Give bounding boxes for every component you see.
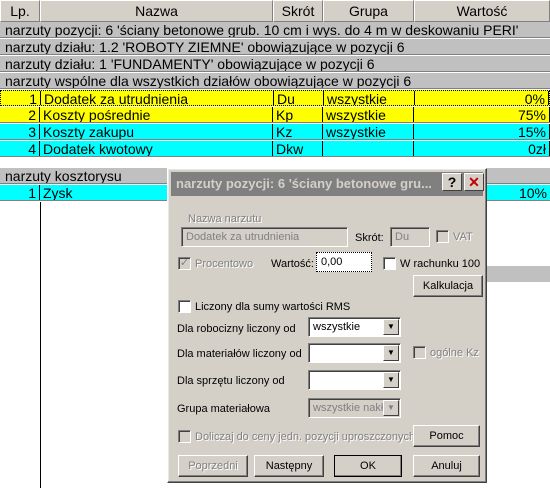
table-row[interactable]: 2 Koszty pośrednie Kp wszystkie 75%	[0, 107, 550, 123]
cell-nazwa: Dodatek kwotowy	[40, 141, 273, 156]
skrot-field[interactable]: Du	[390, 227, 430, 247]
column-header-lp[interactable]: Lp.	[0, 0, 40, 22]
doliczaj-label: Doliczaj do ceny jedn. pozycji uproszczo…	[195, 431, 416, 443]
sprzet-label: Dla sprzętu liczony od	[177, 375, 285, 387]
cell-wartosc: 0%	[415, 91, 549, 105]
table-row[interactable]: 3 Koszty zakupu Kz wszystkie 15%	[0, 124, 550, 140]
app-root: Lp. Nazwa Skrót Grupa Wartość narzuty po…	[0, 0, 550, 488]
robocizna-value: wszystkie	[313, 321, 361, 333]
vat-checkbox[interactable]	[436, 230, 449, 243]
column-header-grupa[interactable]: Grupa	[323, 0, 414, 22]
cell-grupa: wszystkie	[323, 124, 414, 139]
grupa-mat-value: wszystkie nakł	[313, 402, 384, 414]
dialog-title[interactable]: narzuty pozycji: 6 'ściany betonowe gru.…	[171, 172, 483, 196]
cell-lp: 4	[0, 141, 40, 156]
cell-nazwa: Koszty pośrednie	[40, 107, 273, 122]
cell-lp: 3	[0, 124, 40, 139]
cell-nazwa: Koszty zakupu	[40, 124, 273, 139]
wartosc-label: Wartość:	[271, 258, 314, 270]
grupa-mat-label: Grupa materiałowa	[177, 403, 270, 415]
vat-label: VAT	[453, 231, 473, 243]
chevron-down-icon[interactable]: ▼	[383, 400, 399, 416]
w-rachunku-label: W rachunku 100	[400, 258, 481, 270]
nastepny-button[interactable]: Następny	[254, 455, 324, 477]
pomoc-button[interactable]: Pomoc	[413, 425, 480, 447]
nazwa-label: Nazwa narzutu	[188, 213, 262, 225]
column-header-wartosc[interactable]: Wartość	[414, 0, 550, 22]
column-divider	[40, 202, 41, 488]
cell-grupa: wszystkie	[324, 91, 415, 105]
group-row-pozycja[interactable]: narzuty pozycji: 6 'ściany betonowe grub…	[0, 22, 550, 38]
sprzet-select[interactable]: ▼	[308, 370, 401, 390]
ogolne-kz-checkbox[interactable]	[413, 346, 426, 359]
narzut-dialog: narzuty pozycji: 6 'ściany betonowe gru.…	[167, 168, 487, 483]
column-header-skrot[interactable]: Skrót	[273, 0, 323, 22]
kalkulacja-button[interactable]: Kalkulacja	[413, 275, 483, 297]
chevron-down-icon[interactable]: ▼	[383, 372, 399, 388]
materialy-select[interactable]: ▼	[308, 343, 401, 363]
procentowo-label: Procentowo	[195, 258, 254, 270]
skrot-label: Skrót:	[355, 232, 384, 244]
cell-nazwa: Dodatek za utrudnienia	[41, 91, 274, 105]
poprzedni-button[interactable]: Poprzedni	[178, 455, 248, 477]
table-row[interactable]: 4 Dodatek kwotowy Dkw 0zł	[0, 141, 550, 157]
robocizna-select[interactable]: wszystkie ▼	[308, 317, 401, 337]
cell-wartosc: 0zł	[414, 141, 550, 156]
cell-grupa	[323, 141, 414, 156]
group-row-dzial-12[interactable]: narzuty działu: 1.2 'ROBOTY ZIEMNE' obow…	[0, 39, 550, 55]
group-row-wspolne[interactable]: narzuty wspólne dla wszystkich działów o…	[0, 73, 550, 89]
cell-skrot: Kz	[273, 124, 323, 139]
liczony-rms-label: Liczony dla sumy wartości RMS	[195, 301, 351, 313]
robocizna-label: Dla robocizny liczony od	[177, 323, 296, 335]
cell-wartosc: 15%	[414, 124, 550, 139]
procentowo-checkbox[interactable]: ✓	[178, 257, 191, 270]
materialy-label: Dla materiałów liczony od	[177, 348, 302, 360]
cell-skrot: Dkw	[273, 141, 323, 156]
ogolne-kz-label: ogólne Kz	[430, 347, 479, 359]
nazwa-field[interactable]: Dodatek za utrudnienia	[181, 227, 348, 247]
w-rachunku-checkbox[interactable]	[383, 257, 396, 270]
cell-skrot: Du	[274, 91, 324, 105]
column-header-nazwa[interactable]: Nazwa	[40, 0, 273, 22]
cell-wartosc: 75%	[414, 107, 550, 122]
table-row[interactable]: 1 Dodatek za utrudnienia Du wszystkie 0%	[0, 90, 550, 106]
wartosc-field[interactable]: 0,00	[316, 252, 372, 272]
cell-lp: 1	[1, 91, 41, 105]
cell-grupa: wszystkie	[323, 107, 414, 122]
cell-skrot: Kp	[273, 107, 323, 122]
help-button[interactable]: ?	[442, 173, 462, 191]
anuluj-button[interactable]: Anuluj	[413, 455, 480, 477]
ok-button[interactable]: OK	[334, 455, 402, 477]
liczony-rms-checkbox[interactable]	[178, 300, 191, 313]
empty-gray-band	[487, 266, 550, 282]
cell-lp: 1	[0, 185, 40, 200]
doliczaj-checkbox[interactable]	[178, 430, 191, 443]
close-button[interactable]: ✕	[464, 173, 484, 191]
chevron-down-icon[interactable]: ▼	[383, 319, 399, 335]
cell-lp: 2	[0, 107, 40, 122]
group-row-dzial-1[interactable]: narzuty działu: 1 'FUNDAMENTY' obowiązuj…	[0, 56, 550, 72]
grupa-mat-select[interactable]: wszystkie nakł ▼	[308, 398, 401, 418]
chevron-down-icon[interactable]: ▼	[383, 345, 399, 361]
